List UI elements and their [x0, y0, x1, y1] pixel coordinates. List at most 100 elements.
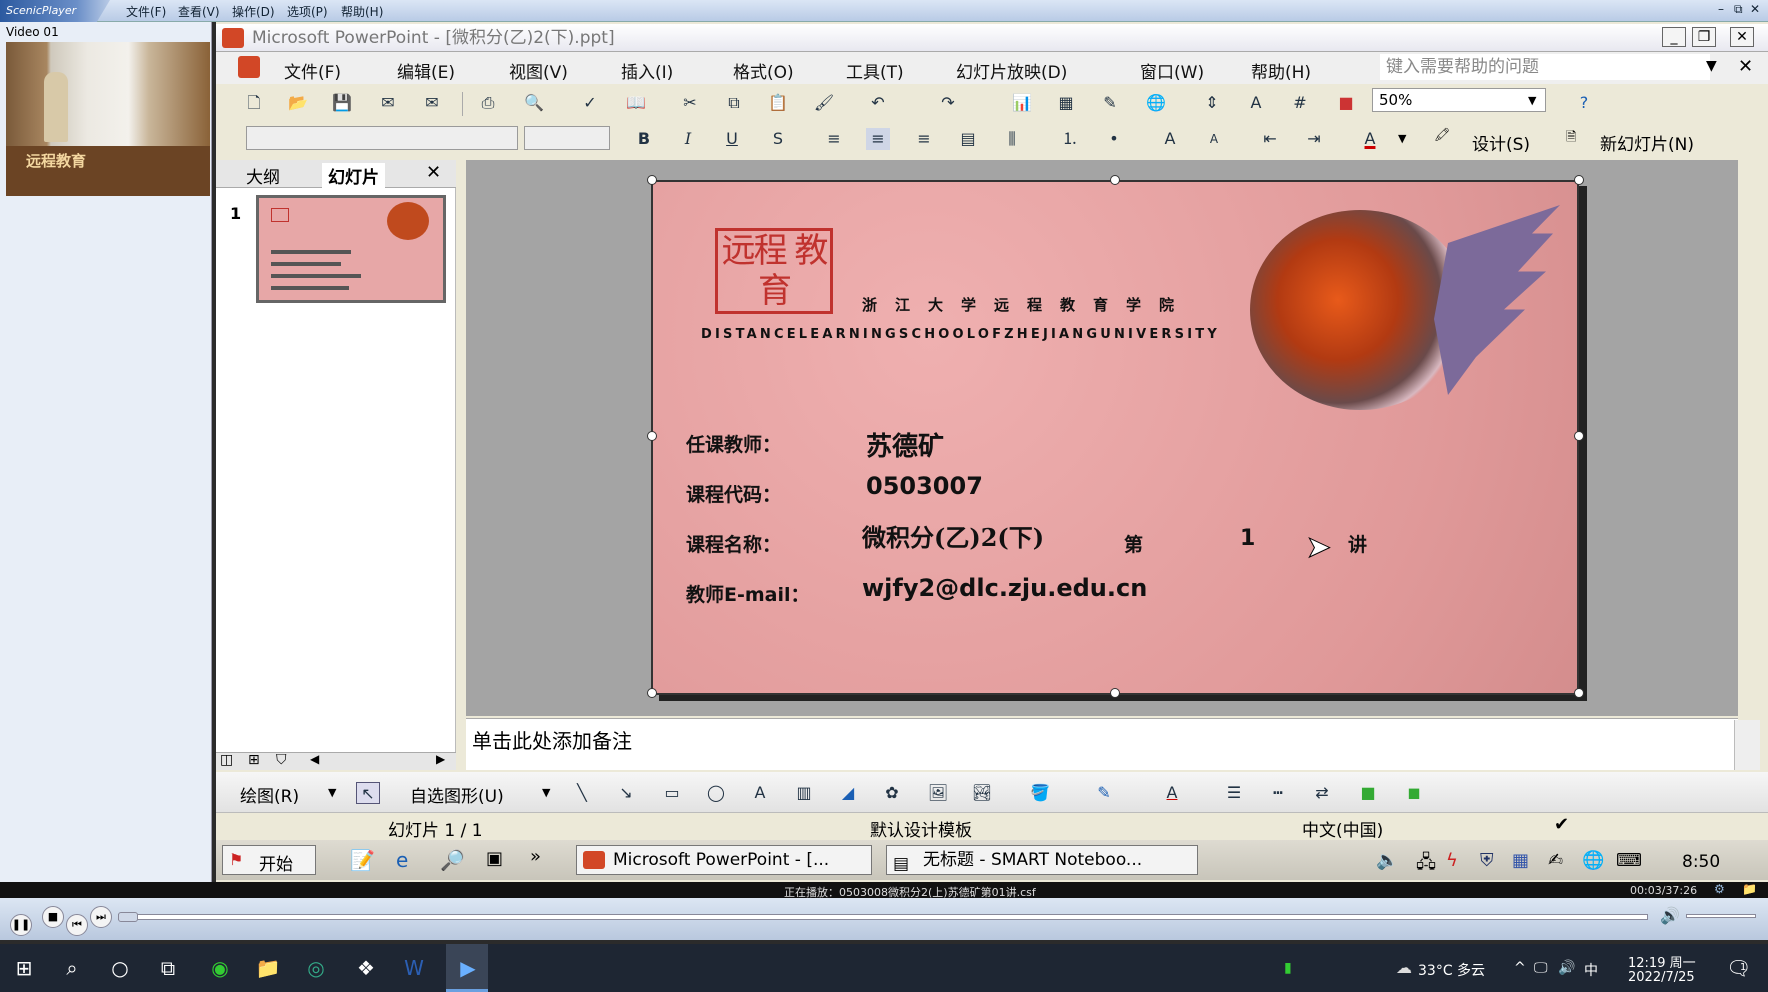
- scroll-right-icon[interactable]: ▶: [436, 752, 445, 766]
- resize-handle[interactable]: [1110, 175, 1120, 185]
- taskbar-powerpoint[interactable]: Microsoft PowerPoint - [...: [576, 845, 872, 875]
- underline-icon[interactable]: U: [720, 128, 744, 150]
- menu-view[interactable]: 视图(V): [509, 58, 568, 83]
- menu-file[interactable]: 文件(F): [284, 58, 341, 83]
- line-icon[interactable]: ╲: [570, 782, 594, 804]
- numbering-icon[interactable]: ⒈: [1058, 128, 1082, 150]
- table-icon[interactable]: ▦: [1054, 92, 1078, 114]
- stop-icon[interactable]: ■: [42, 906, 64, 928]
- close-pane-icon[interactable]: ✕: [426, 162, 441, 183]
- color-icon[interactable]: ■: [1334, 92, 1358, 114]
- player-menu-help[interactable]: 帮助(H): [341, 3, 383, 20]
- ie-icon[interactable]: e: [396, 848, 408, 872]
- normal-view-icon[interactable]: ◫: [220, 752, 233, 768]
- resize-handle[interactable]: [1574, 175, 1584, 185]
- decrease-font-icon[interactable]: A: [1202, 128, 1226, 150]
- autoshapes-button[interactable]: 自选图形(U): [410, 782, 504, 807]
- pen-tray-icon[interactable]: ✍: [1548, 850, 1563, 871]
- draw-font-color-icon[interactable]: A: [1160, 782, 1184, 804]
- flash-tray-icon[interactable]: ϟ: [1446, 850, 1458, 871]
- taskbar-time[interactable]: 12:19 周一: [1628, 952, 1696, 971]
- resize-handle[interactable]: [647, 175, 657, 185]
- next-icon[interactable]: ⏭: [90, 906, 112, 928]
- slideshow-view-icon[interactable]: ⛉: [276, 752, 287, 768]
- clipart-icon[interactable]: 🖼: [926, 782, 950, 804]
- hyperlink-icon[interactable]: 🌐: [1144, 92, 1168, 114]
- player-close-icon[interactable]: ✕: [1750, 2, 1760, 16]
- menu-help[interactable]: 帮助(H): [1251, 58, 1311, 83]
- paste-icon[interactable]: 📋: [766, 92, 790, 114]
- line-style-icon[interactable]: ☰: [1222, 782, 1246, 804]
- spelling-icon[interactable]: ✓: [578, 92, 602, 114]
- menu-slideshow[interactable]: 幻灯片放映(D): [956, 58, 1067, 83]
- tray-expand-icon[interactable]: ^: [1514, 960, 1526, 976]
- shield-tray-icon[interactable]: ⛨: [1480, 850, 1494, 871]
- vertical-textbox-icon[interactable]: ▥: [792, 782, 816, 804]
- network-tray-icon[interactable]: 🖧: [1416, 850, 1436, 880]
- player-menu-view[interactable]: 查看(V): [178, 3, 220, 20]
- cmd-icon[interactable]: ▣: [486, 848, 503, 869]
- diagram-icon[interactable]: ✿: [880, 782, 904, 804]
- progress-thumb[interactable]: [118, 912, 138, 922]
- speaker-icon[interactable]: 🔊: [1660, 906, 1680, 925]
- search-icon[interactable]: ⌕: [56, 952, 88, 984]
- increase-indent-icon[interactable]: ⇥: [1302, 128, 1326, 150]
- resize-handle[interactable]: [1574, 688, 1584, 698]
- cut-icon[interactable]: ✂: [678, 92, 702, 114]
- browser-360-icon[interactable]: ◉: [204, 952, 236, 984]
- keyboard-tray-icon[interactable]: ⌨: [1616, 850, 1642, 871]
- line-color-icon[interactable]: ✎: [1092, 782, 1116, 804]
- format-painter-icon[interactable]: 🖌: [812, 92, 836, 114]
- align-center-icon[interactable]: ≡: [866, 128, 890, 150]
- draw-dropdown-icon[interactable]: ▼: [328, 786, 336, 799]
- oval-icon[interactable]: ◯: [704, 782, 728, 804]
- sorter-view-icon[interactable]: ⊞: [248, 752, 260, 768]
- taskbar-smart-notebook[interactable]: ▤ 无标题 - SMART Noteboo...: [886, 845, 1198, 875]
- bold-icon[interactable]: B: [632, 128, 656, 150]
- start-button[interactable]: ⚑ 开始: [222, 845, 316, 875]
- app-icon[interactable]: ❖: [350, 952, 382, 984]
- help-dropdown-icon[interactable]: ▼: [1706, 58, 1717, 74]
- print-icon[interactable]: ⎙: [476, 92, 500, 114]
- minimize-icon[interactable]: _: [1662, 27, 1686, 47]
- new-icon[interactable]: 🗋: [242, 92, 266, 114]
- design-icon[interactable]: 🖍: [1434, 128, 1462, 150]
- globe-tray-icon[interactable]: 🌐: [1582, 850, 1604, 871]
- shadow-style-icon[interactable]: ■: [1356, 782, 1380, 804]
- playback-progress[interactable]: [118, 914, 1648, 920]
- permission-icon[interactable]: ✉: [376, 92, 400, 114]
- player-folder-icon[interactable]: 📁: [1742, 882, 1757, 896]
- new-slide-button[interactable]: 新幻灯片(N): [1600, 130, 1694, 155]
- 3d-style-icon[interactable]: ◼: [1402, 782, 1426, 804]
- tab-slides[interactable]: 幻灯片: [322, 163, 385, 188]
- zoom-select[interactable]: 50%: [1372, 88, 1546, 112]
- taskbar-date[interactable]: 2022/7/25: [1628, 970, 1695, 985]
- volume-tray-icon[interactable]: 🔈: [1376, 850, 1398, 871]
- shadow-icon[interactable]: S: [766, 128, 790, 150]
- autoshapes-dropdown-icon[interactable]: ▼: [542, 786, 550, 799]
- arrow-icon[interactable]: ↘: [614, 782, 638, 804]
- formatting-icon[interactable]: A: [1244, 92, 1268, 114]
- close-icon[interactable]: ✕: [1730, 27, 1754, 47]
- email-icon[interactable]: ✉: [420, 92, 444, 114]
- tables-borders-icon[interactable]: ✎: [1098, 92, 1122, 114]
- rectangle-icon[interactable]: ▭: [660, 782, 684, 804]
- undo-icon[interactable]: ↶: [866, 92, 890, 114]
- cortana-icon[interactable]: ○: [104, 952, 136, 984]
- draw-menu-button[interactable]: 绘图(R): [240, 782, 299, 807]
- pause-icon[interactable]: ❚❚: [10, 914, 32, 936]
- network-icon[interactable]: 🖵: [1534, 960, 1548, 976]
- player-settings-icon[interactable]: ⚙: [1714, 882, 1725, 896]
- scroll-left-icon[interactable]: ◀: [310, 752, 319, 766]
- increase-font-icon[interactable]: A: [1158, 128, 1182, 150]
- lecture-video[interactable]: 远程教育: [6, 42, 210, 196]
- menu-insert[interactable]: 插入(I): [621, 58, 673, 83]
- scenic-player-icon[interactable]: ▶: [452, 952, 484, 984]
- menu-format[interactable]: 格式(O): [733, 58, 794, 83]
- font-size-select[interactable]: [524, 126, 610, 150]
- volume-slider[interactable]: [1686, 914, 1756, 918]
- slide-thumbnail[interactable]: [256, 195, 446, 303]
- grid-tray-icon[interactable]: ▦: [1512, 850, 1529, 871]
- player-minimize-icon[interactable]: –: [1718, 2, 1724, 16]
- weather-text[interactable]: 33°C 多云: [1418, 960, 1485, 980]
